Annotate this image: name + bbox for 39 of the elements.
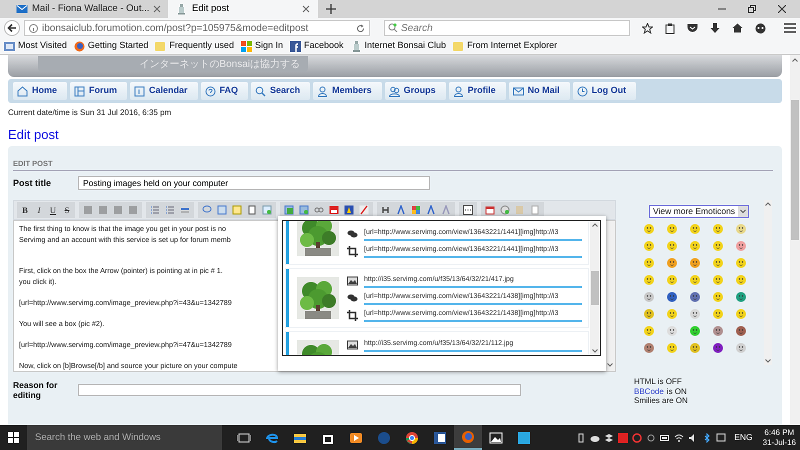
menu-link[interactable]: FAQ bbox=[200, 82, 248, 100]
bbcode-link[interactable]: BBCode bbox=[634, 386, 664, 396]
menu-link[interactable]: Search bbox=[251, 82, 310, 100]
menu-link[interactable]: Forum bbox=[70, 82, 128, 100]
menu-link[interactable]: Profile bbox=[448, 82, 506, 100]
search-field[interactable]: Search bbox=[384, 20, 630, 36]
status-text: HTML is OFF bbox=[634, 377, 682, 387]
browser-tab[interactable]: Mail - Fiona Wallace - Out... bbox=[8, 0, 168, 18]
language-indicator[interactable]: ENG bbox=[734, 431, 753, 444]
address-bar[interactable]: ibonsaiclub.forumotion.com/post?p=105975&mode=editpost bbox=[24, 20, 370, 36]
format-button[interactable]: B bbox=[21, 204, 29, 217]
format-button[interactable]: U bbox=[49, 204, 57, 217]
bookmark-item[interactable]: Getting Started bbox=[74, 39, 148, 53]
emoticons-select[interactable]: View more Emoticons bbox=[649, 205, 749, 218]
title-field[interactable]: Posting images held on your computer bbox=[78, 176, 430, 190]
menu-link[interactable]: Home bbox=[13, 82, 68, 100]
status-text: Smilies are ON bbox=[634, 396, 688, 406]
format-button[interactable]: I bbox=[35, 204, 43, 217]
datetime-text: Current date/time is Sun 31 Jul 2016, 6:35 pm bbox=[8, 107, 172, 119]
bookmark-item[interactable]: Most Visited bbox=[4, 39, 67, 53]
clock[interactable]: 6:46 PM 31-Jul-16 bbox=[762, 428, 796, 448]
page-heading: Edit post bbox=[8, 127, 60, 143]
banner-subtitle: インターネットのBonsaiは協力する bbox=[139, 58, 300, 72]
bookmark-item[interactable]: Sign In bbox=[240, 39, 283, 53]
bookmark-item[interactable]: Frequently used bbox=[155, 39, 234, 53]
browser-tab[interactable]: Edit post bbox=[168, 0, 318, 18]
menu-link[interactable]: Calendar bbox=[130, 82, 198, 100]
menu-link[interactable]: Groups bbox=[384, 82, 446, 100]
field-label: Reason for editing bbox=[13, 380, 58, 400]
field-label: Post title bbox=[13, 176, 52, 190]
bookmark-item[interactable]: From Internet Explorer bbox=[453, 39, 558, 53]
bookmark-item[interactable]: Internet Bonsai Club bbox=[350, 39, 446, 53]
taskbar-search[interactable]: Search the web and Windows bbox=[27, 425, 222, 450]
format-button[interactable]: S bbox=[63, 204, 71, 217]
bookmark-item[interactable]: Facebook bbox=[290, 39, 344, 53]
menu-link[interactable]: Members bbox=[313, 82, 382, 100]
menu-link[interactable]: No Mail bbox=[508, 82, 570, 100]
menu-link[interactable]: Log Out bbox=[572, 82, 636, 100]
status-text: is ON bbox=[666, 386, 687, 396]
